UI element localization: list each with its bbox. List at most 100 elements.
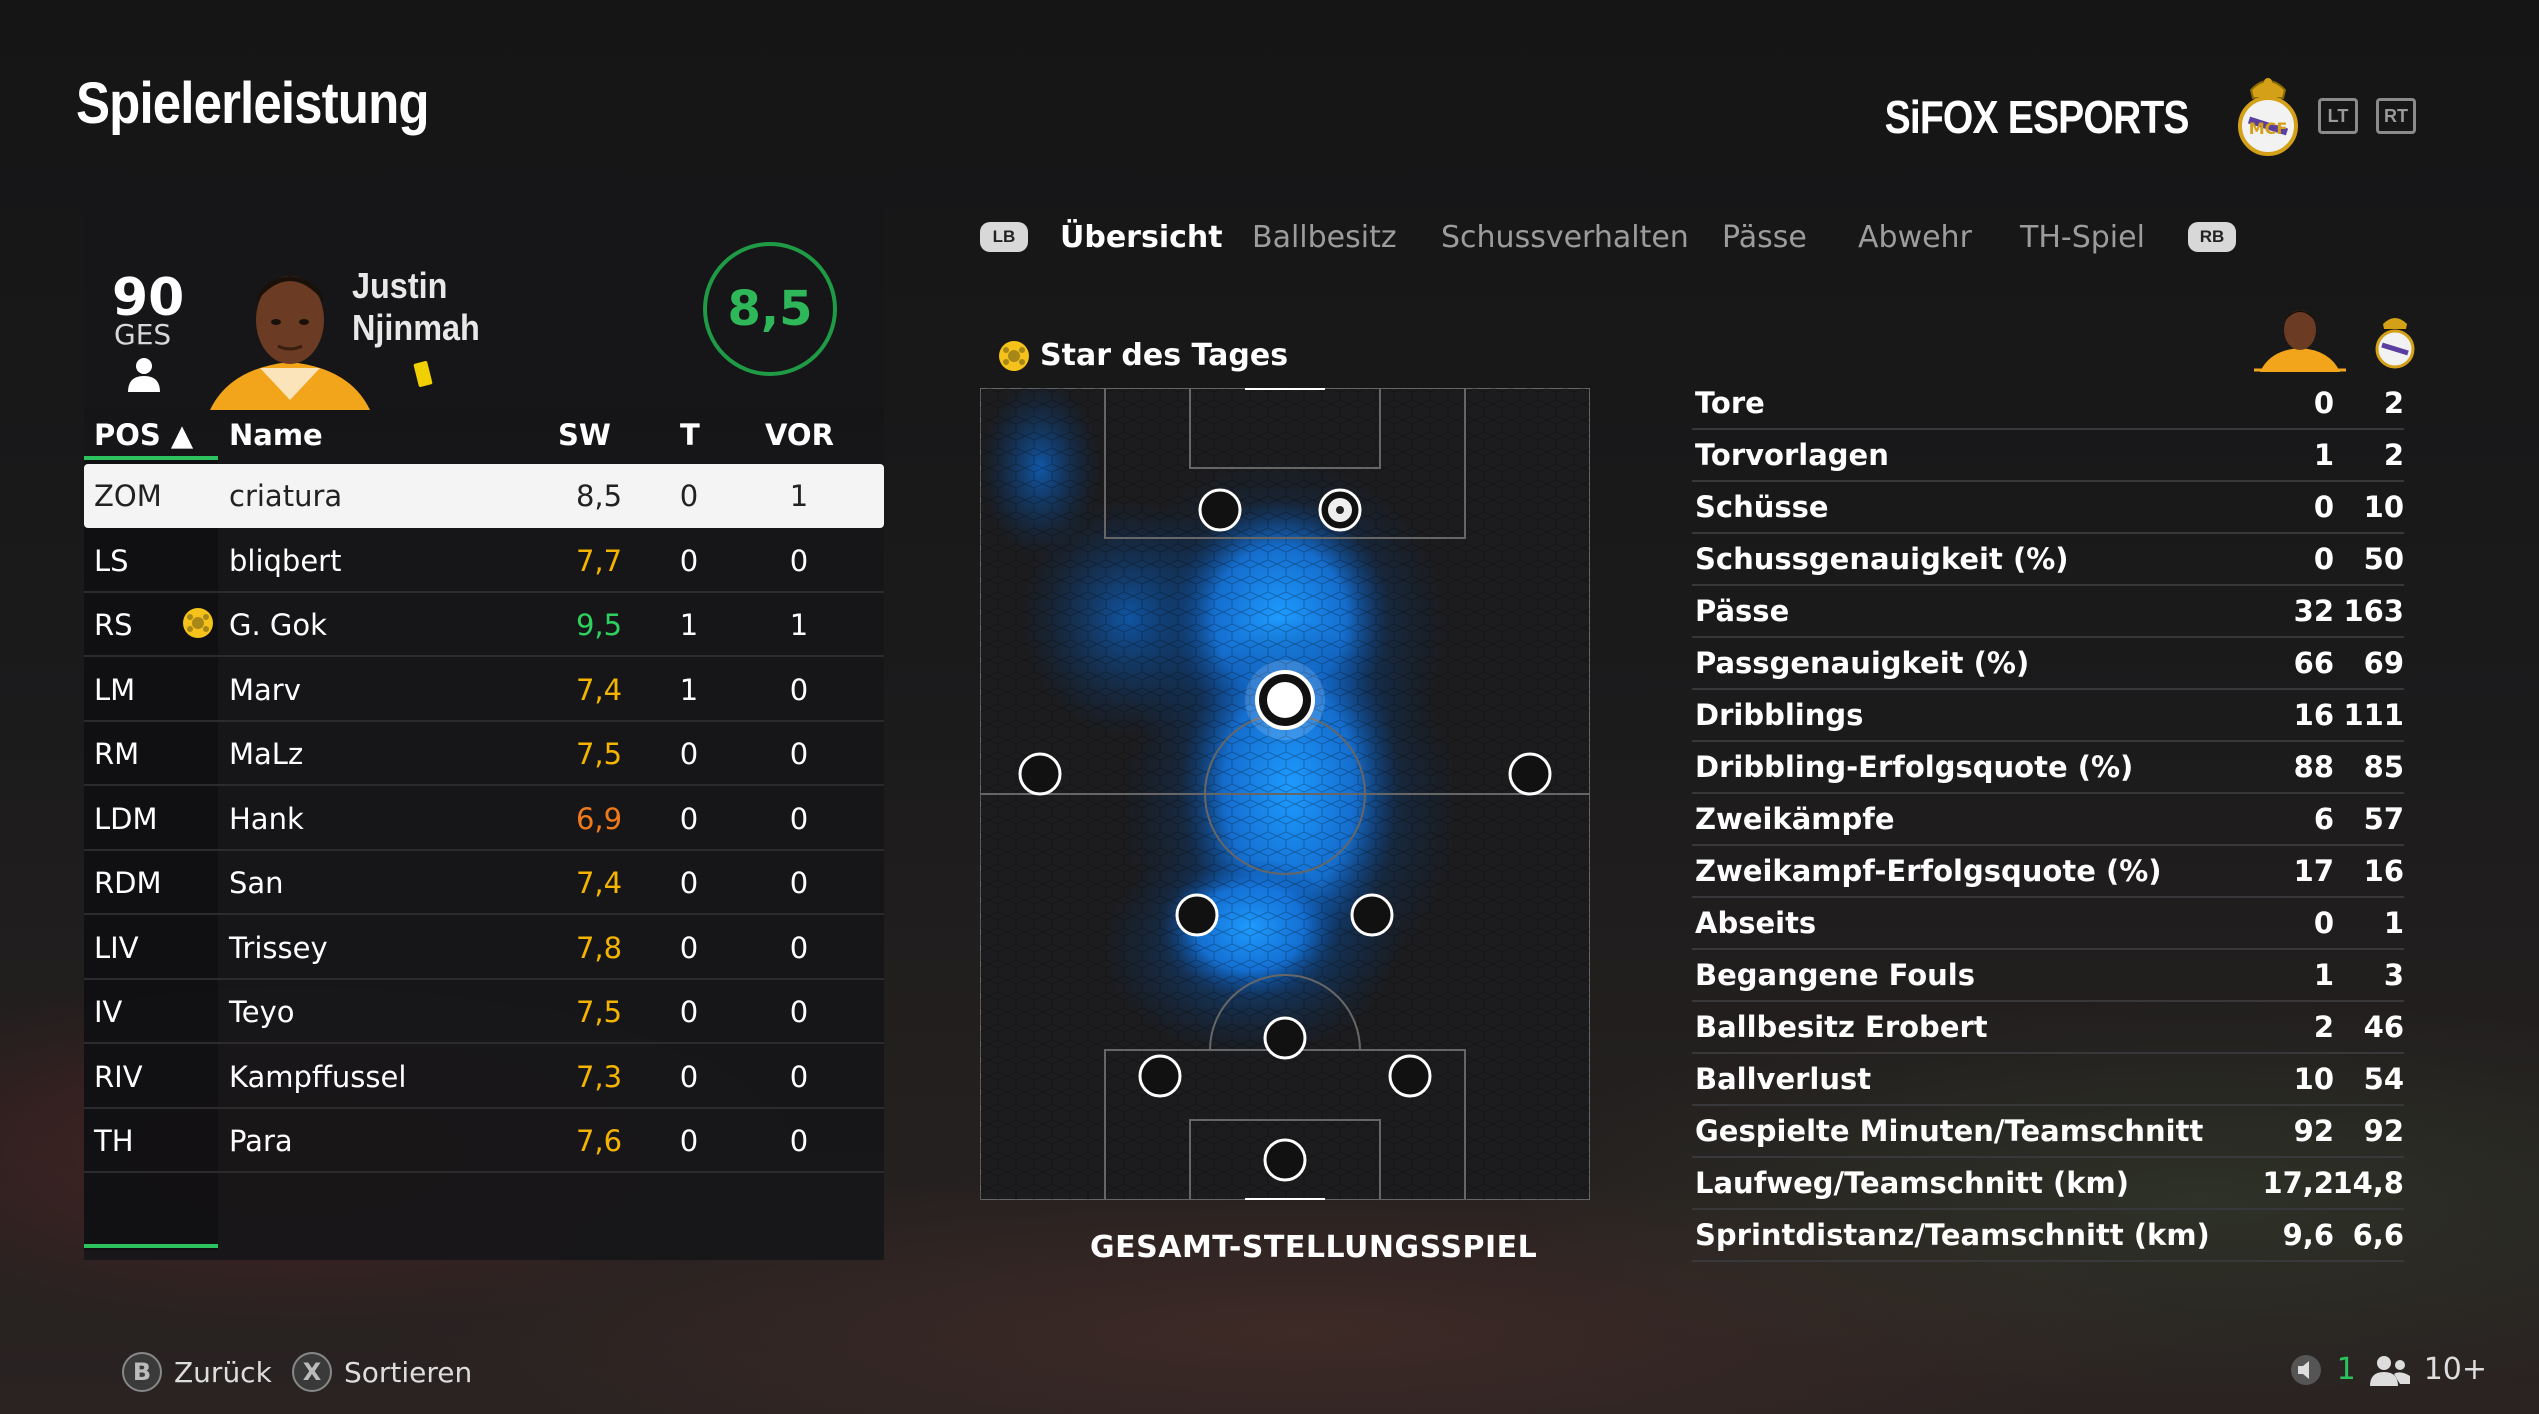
row-rating: 7,7 (575, 543, 623, 578)
col-sw[interactable]: SW (558, 418, 611, 452)
rb-button-icon[interactable]: RB (2188, 222, 2236, 252)
club-mini-crest-icon (2375, 318, 2415, 369)
row-assists: 1 (789, 479, 809, 513)
b-button-icon: B (122, 1352, 162, 1392)
stat-row: Torvorlagen 1 2 (1692, 430, 2404, 482)
back-label: Zurück (174, 1355, 272, 1389)
back-control[interactable]: B Zurück (122, 1352, 272, 1392)
player-count: 10+ (2423, 1352, 2487, 1387)
table-row[interactable]: IV Teyo 7,5 0 0 (84, 980, 884, 1044)
table-row[interactable]: RS G. Gok 9,5 1 1 (84, 593, 884, 657)
tab-schussverhalten[interactable]: Schussverhalten (1441, 220, 1689, 255)
player-portrait (210, 276, 370, 410)
table-row[interactable]: RM MaLz 7,5 0 0 (84, 722, 884, 786)
stat-label: Passgenauigkeit (%) (1695, 646, 2030, 680)
table-row[interactable]: LS bliqbert 7,7 0 0 (84, 529, 884, 593)
stat-label: Dribblings (1695, 698, 1864, 732)
tab-abwehr[interactable]: Abwehr (1858, 220, 1972, 255)
stat-team-value: 2 (2383, 438, 2404, 472)
row-position: RDM (94, 866, 162, 900)
person-icon (128, 358, 160, 392)
row-position: LS (94, 543, 129, 578)
stat-row: Ballbesitz Erobert 2 46 (1692, 1002, 2404, 1054)
row-position: RIV (94, 1059, 143, 1094)
sort-label: Sortieren (344, 1355, 473, 1389)
table-row[interactable]: RDM San 7,4 0 0 (84, 851, 884, 915)
stat-label: Ballverlust (1695, 1062, 1872, 1096)
table-row[interactable]: LDM Hank 6,9 0 0 (84, 787, 884, 851)
stat-row: Abseits 0 1 (1692, 898, 2404, 950)
row-rating: 7,8 (575, 930, 623, 965)
stat-team-value: 3 (2383, 958, 2404, 992)
speaker-mute-icon (2290, 1354, 2321, 1385)
row-assists: 0 (789, 801, 809, 836)
players-icon (2369, 1355, 2410, 1386)
stat-team-value: 2 (2383, 386, 2404, 420)
row-position: TH (94, 1124, 134, 1158)
row-player-name: Trissey (229, 930, 328, 965)
row-goals: 0 (679, 543, 699, 578)
stat-label: Begangene Fouls (1695, 958, 1975, 992)
row-position: IV (94, 995, 123, 1029)
sort-indicator (84, 456, 218, 460)
star-of-the-day-icon (183, 608, 213, 638)
table-row[interactable]: TH Para 7,6 0 0 (84, 1109, 884, 1173)
row-position: LIV (94, 930, 139, 965)
rt-trigger-icon[interactable]: RT (2376, 98, 2416, 134)
stat-player-value: 1 (2313, 438, 2334, 472)
row-assists: 0 (789, 672, 809, 707)
row-goals: 1 (679, 672, 699, 707)
stat-row: Dribbling-Erfolgsquote (%) 88 85 (1692, 742, 2404, 794)
stat-player-value: 16 (2293, 698, 2334, 732)
stat-row: Tore 0 2 (1692, 378, 2404, 430)
stat-team-value: 85 (2363, 750, 2404, 784)
col-name[interactable]: Name (229, 418, 323, 452)
sort-control[interactable]: X Sortieren (292, 1352, 472, 1392)
tab-paesse[interactable]: Pässe (1722, 220, 1807, 255)
lb-button-icon[interactable]: LB (980, 222, 1028, 252)
col-pos[interactable]: POS ▲ (94, 418, 193, 452)
stat-label: Tore (1695, 386, 1765, 420)
row-rating: 7,5 (575, 995, 623, 1029)
lt-trigger-icon[interactable]: LT (2318, 98, 2358, 134)
row-player-name: MaLz (229, 737, 304, 771)
stat-player-value: 2 (2313, 1010, 2334, 1044)
stat-player-value: 0 (2313, 386, 2334, 420)
col-t[interactable]: T (680, 418, 700, 452)
table-row[interactable]: LM Marv 7,4 1 0 (84, 658, 884, 722)
match-rating: 8,5 (703, 242, 837, 376)
row-assists: 0 (789, 737, 809, 771)
row-player-name: Hank (229, 801, 304, 836)
table-row[interactable]: LIV Trissey 7,8 0 0 (84, 916, 884, 980)
svg-text:MCF: MCF (2249, 119, 2288, 138)
selected-player-marker (1245, 660, 1325, 740)
row-rating: 7,4 (575, 866, 623, 900)
stat-row: Schüsse 0 10 (1692, 482, 2404, 534)
footer-status: 1 10+ (2289, 1352, 2487, 1387)
row-goals: 0 (679, 866, 699, 900)
scroll-indicator (84, 1244, 218, 1248)
tab-ballbesitz[interactable]: Ballbesitz (1252, 220, 1397, 255)
tab-th-spiel[interactable]: TH-Spiel (2020, 220, 2145, 255)
stat-player-value: 66 (2293, 646, 2334, 680)
stat-label: Zweikampf-Erfolgsquote (%) (1695, 854, 2162, 888)
stat-player-value: 32 (2293, 594, 2334, 628)
stat-player-value: 0 (2313, 906, 2334, 940)
table-row[interactable]: RIV Kampffussel 7,3 0 0 (84, 1045, 884, 1109)
pitch-caption: GESAMT-STELLUNGSSPIEL (1090, 1230, 1538, 1265)
stat-label: Pässe (1695, 594, 1790, 628)
tab-uebersicht[interactable]: Übersicht (1060, 220, 1223, 255)
row-goals: 0 (679, 801, 699, 836)
stat-row: Gespielte Minuten/Teamschnitt 92 92 (1692, 1106, 2404, 1158)
col-vor[interactable]: VOR (765, 418, 834, 452)
row-goals: 0 (679, 930, 699, 965)
player-last-name: Njinmah (352, 307, 480, 348)
row-goals: 0 (679, 1059, 699, 1094)
row-goals: 0 (679, 995, 699, 1029)
stat-team-value: 54 (2363, 1062, 2404, 1096)
club-crest-icon: MCF (2238, 78, 2298, 156)
table-row[interactable]: ZOM criatura 8,5 0 1 (84, 464, 884, 528)
stat-label: Abseits (1695, 906, 1817, 940)
stat-team-value: 92 (2363, 1114, 2404, 1148)
stat-label: Zweikämpfe (1695, 802, 1895, 836)
